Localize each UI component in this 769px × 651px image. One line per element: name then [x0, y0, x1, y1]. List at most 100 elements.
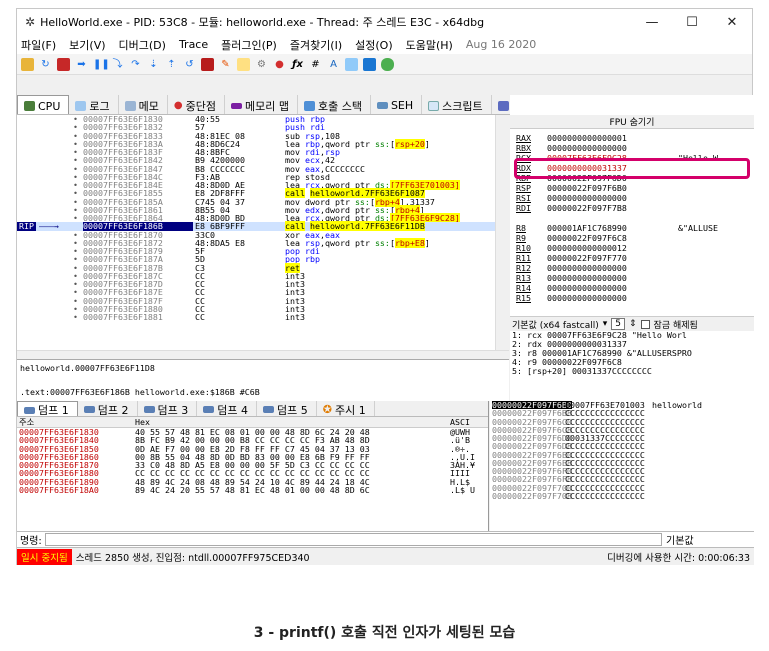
menu-trace[interactable]: Trace	[179, 38, 208, 51]
script-icon[interactable]	[345, 57, 358, 71]
menu-options[interactable]: 설정(O)	[355, 37, 392, 53]
execute-till-return-icon[interactable]: ⇡	[165, 58, 178, 71]
register-value[interactable]: 00000022F097F6C8	[547, 233, 627, 243]
register-row[interactable]: R9 00000022F097F6C8	[510, 233, 740, 243]
register-value[interactable]: 00000022F097F7B8	[547, 203, 627, 213]
tab-dump-2[interactable]: 덤프 2	[78, 401, 138, 417]
fpu-toggle[interactable]: FPU 숨기기	[510, 115, 754, 129]
font-icon[interactable]: A	[327, 58, 340, 71]
tab-memory-map[interactable]: 메모리 맵	[225, 95, 298, 114]
run-icon[interactable]: ➡	[75, 58, 88, 71]
dump-rows[interactable]: 00007FF63E6F1830 40 55 57 48 81 EC 08 01 …	[17, 428, 488, 494]
step-into-icon[interactable]: ⤵	[111, 58, 124, 71]
command-mode-select[interactable]: 기본값	[662, 532, 754, 547]
menu-plugins[interactable]: 플러그인(P)	[221, 37, 277, 53]
tab-dump-1[interactable]: 덤프 1	[17, 401, 78, 417]
step-over-icon[interactable]: ↷	[129, 58, 142, 71]
register-row[interactable]: R8 000001AF1C768990 &"ALLUSE	[510, 223, 740, 233]
trace-icon[interactable]	[201, 57, 214, 71]
menu-help[interactable]: 도움말(H)	[406, 37, 453, 53]
animate-icon[interactable]: ↺	[183, 58, 196, 71]
stack-pane[interactable]: 00000022F097F6B0 00007FF63E701003 hellowor…	[490, 401, 754, 531]
restart-icon[interactable]: ↻	[39, 58, 52, 71]
label-icon[interactable]: ⚙	[255, 58, 268, 71]
register-value[interactable]: 0000000000000000	[547, 193, 627, 203]
argcount-input[interactable]: 5	[611, 318, 625, 330]
register-row[interactable]: R13 0000000000000000	[510, 273, 740, 283]
disassembly-view[interactable]: • 00007FF63E6F1830 40:55 push rbp • 00007FF63…	[17, 115, 509, 350]
tab-cpu[interactable]: CPU	[17, 95, 70, 114]
tab-log[interactable]: 로그	[69, 95, 119, 114]
stack-row[interactable]: 00000022F097F708 CCCCCCCCCCCCCCCC	[490, 491, 754, 500]
main-area: CPU 로그 메모 ●중단점 메모리 맵 호출 스택 SEH 스크립트 기호 <…	[17, 95, 754, 401]
tab-script[interactable]: 스크립트	[422, 95, 492, 114]
menu-file[interactable]: 파일(F)	[21, 37, 56, 53]
tab-watch-1[interactable]: ✪ 주시 1	[317, 401, 375, 417]
tab-call-stack[interactable]: 호출 스택	[298, 95, 371, 114]
close-button[interactable]: ✕	[712, 15, 752, 30]
register-value[interactable]: 00000022F097F770	[547, 253, 627, 263]
register-value[interactable]: 0000000000000000	[547, 263, 627, 273]
register-row[interactable]: R14 0000000000000000	[510, 283, 740, 293]
menu-view[interactable]: 보기(V)	[69, 37, 105, 53]
dump-icon	[143, 406, 155, 413]
register-row[interactable]: RBX 0000000000000000	[510, 143, 740, 153]
tab-dump-4[interactable]: 덤프 4	[197, 401, 257, 417]
register-value[interactable]: 0000000000000012	[547, 243, 627, 253]
register-value[interactable]: 0000000000000000	[547, 293, 627, 303]
cpu-icon	[24, 101, 35, 111]
breakpoint-bullet-icon[interactable]: •	[73, 313, 78, 322]
register-row[interactable]	[510, 213, 740, 223]
command-input[interactable]	[44, 533, 662, 546]
callconv-select[interactable]: 기본값 (x64 fastcall)	[512, 318, 599, 331]
register-row[interactable]: R12 0000000000000000	[510, 263, 740, 273]
disasm-row[interactable]: • 00007FF63E6F1881 CC int3	[17, 313, 509, 322]
dropdown-icon[interactable]: ▾	[603, 319, 608, 329]
register-row[interactable]: RAX 0000000000000001	[510, 133, 740, 143]
tab-dump-5[interactable]: 덤프 5	[257, 401, 317, 417]
memory-map-icon	[230, 102, 242, 109]
dump-row[interactable]: 00007FF63E6F18A0 89 4C 24 20 55 57 48 81 …	[17, 485, 488, 494]
open-icon[interactable]	[21, 57, 34, 71]
debug-timer: 디버깅에 사용한 시간: 0:00:06:33	[607, 552, 750, 564]
info-line-target: helloworld.00007FF63E6F11D8	[20, 363, 155, 373]
tab-dump-3[interactable]: 덤프 3	[138, 401, 198, 417]
spin-icon[interactable]: ⇕	[629, 319, 637, 329]
register-row[interactable]: R15 0000000000000000	[510, 293, 740, 303]
register-value[interactable]: 0000000000000000	[547, 143, 627, 153]
hash-icon[interactable]: #	[309, 58, 322, 71]
register-row[interactable]: R10 0000000000000012	[510, 243, 740, 253]
plugin-icon[interactable]	[381, 57, 394, 71]
run-to-user-icon[interactable]: ⇣	[147, 58, 160, 71]
register-value[interactable]: 0000000000000000	[547, 273, 627, 283]
pause-icon[interactable]: ❚❚	[93, 58, 110, 71]
lock-checkbox[interactable]	[640, 319, 650, 329]
menu-debug[interactable]: 디버그(D)	[119, 37, 166, 53]
register-value[interactable]: 0000000000000001	[547, 133, 627, 143]
register-value[interactable]: 000001AF1C768990	[547, 223, 627, 233]
instruction-bytes: B8 CCCCCCC	[195, 164, 245, 173]
register-row[interactable]: RDI 00000022F097F7B8	[510, 203, 740, 213]
maximize-button[interactable]: ☐	[672, 15, 712, 30]
rip-arrow-icon: ———→	[39, 221, 59, 232]
calculator-icon[interactable]	[363, 57, 376, 71]
function-icon[interactable]: ƒx	[291, 58, 304, 71]
tab-breakpoints[interactable]: ● 중단점	[168, 95, 225, 114]
disassembly-scrollbar[interactable]	[495, 115, 509, 350]
tab-notes[interactable]: 메모	[119, 95, 168, 114]
menu-favourites[interactable]: 즐겨찾기(I)	[290, 37, 342, 53]
patch-icon[interactable]: ✎	[219, 58, 232, 71]
bookmark-icon[interactable]: ●	[273, 58, 286, 71]
disassembly-hscrollbar[interactable]	[17, 350, 509, 359]
register-row[interactable]: RSI 0000000000000000	[510, 193, 740, 203]
register-value[interactable]: 00000022F097F6B0	[547, 183, 627, 193]
tab-seh[interactable]: SEH	[371, 95, 423, 114]
register-row[interactable]: R11 00000022F097F770	[510, 253, 740, 263]
minimize-button[interactable]: —	[632, 15, 672, 30]
dump-icon	[24, 406, 35, 414]
register-row[interactable]: RSP 00000022F097F6B0	[510, 183, 740, 193]
close-debug-icon[interactable]	[57, 57, 70, 71]
register-value[interactable]: 0000000000000000	[547, 283, 627, 293]
breakpoint-bullet-icon[interactable]: •	[73, 214, 78, 223]
comment-icon[interactable]	[237, 57, 250, 71]
